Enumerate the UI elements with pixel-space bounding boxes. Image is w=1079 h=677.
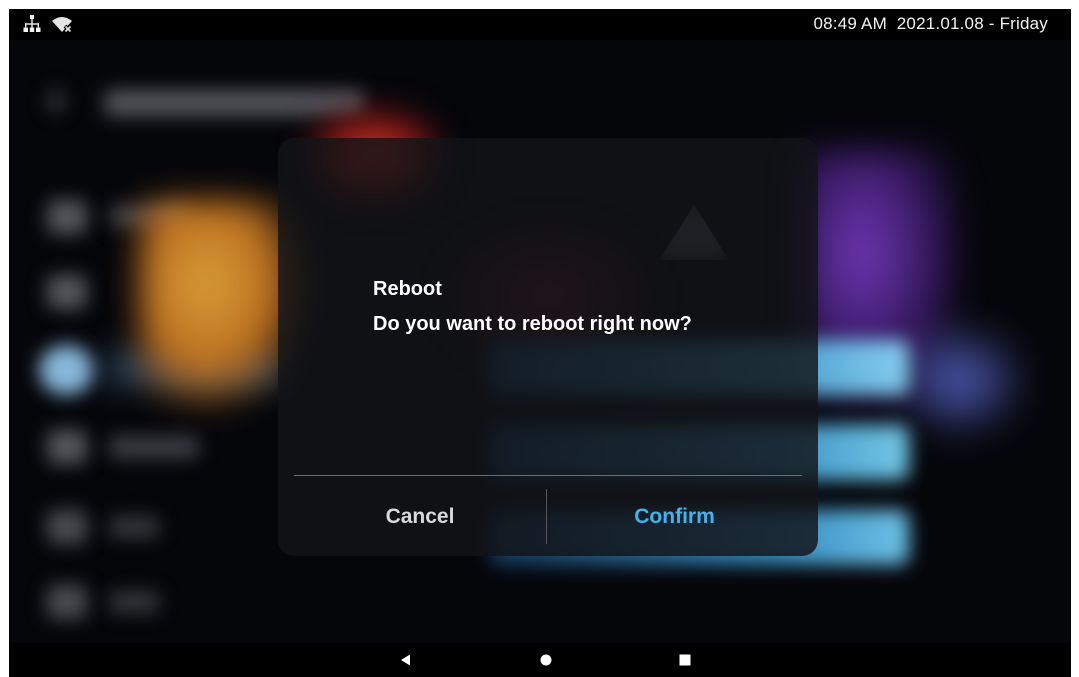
status-time-date: 08:49 AM 2021.01.08 - Friday bbox=[813, 14, 1048, 33]
navigation-bar bbox=[9, 643, 1071, 677]
network-icon bbox=[23, 15, 41, 32]
dialog-divider bbox=[294, 475, 802, 476]
home-icon[interactable] bbox=[538, 652, 554, 668]
status-bar: 08:49 AM 2021.01.08 - Friday bbox=[9, 9, 1071, 40]
recents-icon[interactable] bbox=[677, 652, 693, 668]
confirm-button[interactable]: Confirm bbox=[547, 477, 802, 556]
dialog-title: Reboot bbox=[373, 278, 442, 300]
reboot-dialog: Reboot Do you want to reboot right now? … bbox=[278, 138, 818, 556]
back-icon[interactable] bbox=[398, 652, 414, 668]
dialog-message: Do you want to reboot right now? bbox=[373, 313, 692, 335]
device-screen: 08:49 AM 2021.01.08 - Friday Reboot Do y… bbox=[9, 9, 1071, 677]
cancel-button[interactable]: Cancel bbox=[294, 477, 546, 556]
wifi-off-icon bbox=[52, 17, 73, 33]
